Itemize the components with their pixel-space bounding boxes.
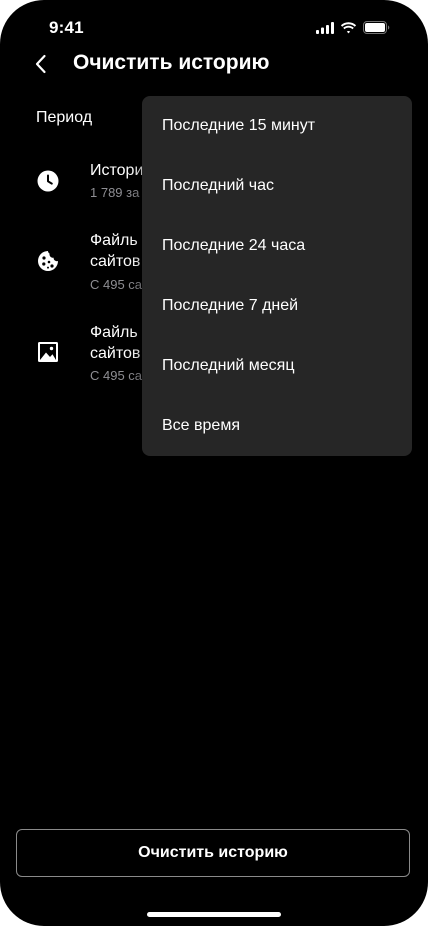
cookies-title-line2: сайтов xyxy=(90,253,141,270)
home-indicator[interactable] xyxy=(147,912,281,917)
history-subtitle: 1 789 за xyxy=(90,185,140,200)
header: Очистить историю xyxy=(0,44,428,84)
images-subtitle: С 495 са xyxy=(90,368,143,383)
image-icon xyxy=(36,340,60,364)
chevron-left-icon xyxy=(35,54,46,74)
period-option[interactable]: Последний час xyxy=(162,176,274,196)
cellular-signal-icon xyxy=(316,21,334,39)
battery-icon xyxy=(363,21,390,39)
period-label[interactable]: Период xyxy=(36,109,92,127)
cookie-icon xyxy=(36,249,60,273)
period-option[interactable]: Последний месяц xyxy=(162,356,295,376)
images-title-line1: Файль xyxy=(90,324,138,341)
history-title: Истори xyxy=(90,162,144,179)
clear-history-button[interactable]: Очистить историю xyxy=(16,829,410,877)
cookies-title-line1: Файль xyxy=(90,232,138,249)
clock-icon xyxy=(36,169,60,193)
status-icons xyxy=(316,21,390,39)
period-option[interactable]: Последние 7 дней xyxy=(162,296,298,316)
wifi-icon xyxy=(340,21,357,39)
back-button[interactable] xyxy=(27,50,55,78)
status-time: 9:41 xyxy=(49,18,84,37)
period-dropdown-menu: Последние 15 минут Последний час Последн… xyxy=(142,96,412,456)
period-option[interactable]: Последние 15 минут xyxy=(162,116,315,136)
phone-screen: 9:41 Очистить историю Период Истори 1 78… xyxy=(0,0,428,926)
period-option[interactable]: Последние 24 часа xyxy=(162,236,305,256)
page-title: Очистить историю xyxy=(73,51,270,74)
period-option[interactable]: Все время xyxy=(162,416,240,436)
cookies-subtitle: С 495 са xyxy=(90,277,143,292)
images-title-line2: сайтов xyxy=(90,345,141,362)
